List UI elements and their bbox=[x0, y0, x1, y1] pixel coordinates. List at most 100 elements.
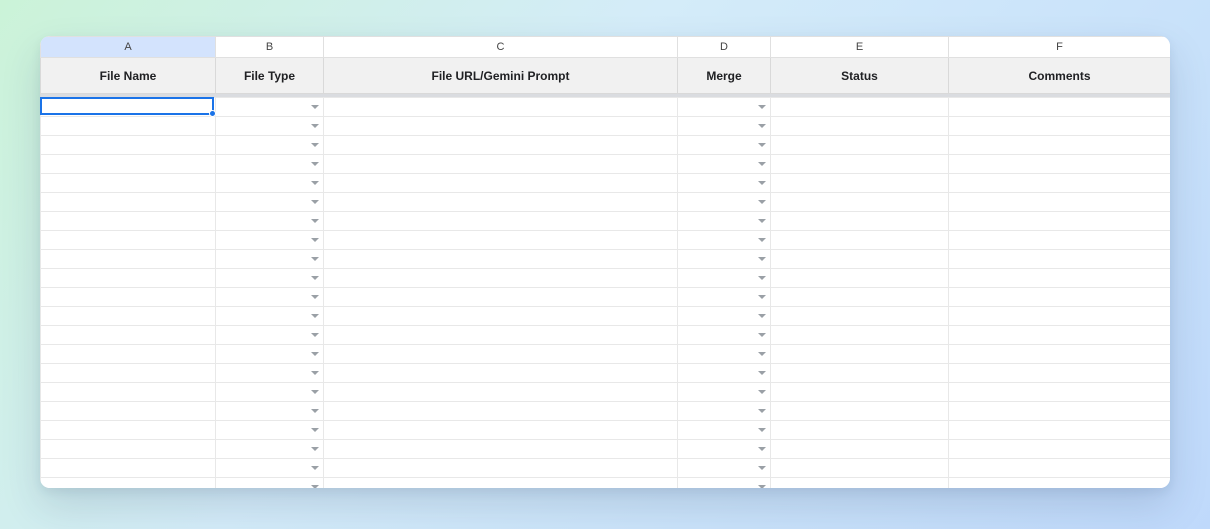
cell[interactable] bbox=[41, 288, 216, 307]
cell[interactable] bbox=[41, 459, 216, 478]
chevron-down-icon[interactable] bbox=[311, 181, 319, 185]
chevron-down-icon[interactable] bbox=[758, 295, 766, 299]
chevron-down-icon[interactable] bbox=[311, 390, 319, 394]
chevron-down-icon[interactable] bbox=[758, 238, 766, 242]
cell[interactable] bbox=[678, 478, 771, 489]
cell[interactable] bbox=[41, 269, 216, 288]
chevron-down-icon[interactable] bbox=[311, 314, 319, 318]
cell[interactable] bbox=[216, 193, 324, 212]
cell[interactable] bbox=[949, 364, 1171, 383]
cell[interactable] bbox=[771, 440, 949, 459]
col-letter-E[interactable]: E bbox=[771, 37, 949, 58]
cell[interactable] bbox=[771, 136, 949, 155]
cell[interactable] bbox=[771, 117, 949, 136]
cell[interactable] bbox=[678, 136, 771, 155]
chevron-down-icon[interactable] bbox=[758, 257, 766, 261]
cell[interactable] bbox=[771, 193, 949, 212]
chevron-down-icon[interactable] bbox=[311, 485, 319, 488]
chevron-down-icon[interactable] bbox=[758, 276, 766, 280]
cell[interactable] bbox=[678, 288, 771, 307]
header-comments[interactable]: Comments bbox=[949, 58, 1171, 94]
col-letter-F[interactable]: F bbox=[949, 37, 1171, 58]
cell[interactable] bbox=[949, 193, 1171, 212]
cell[interactable] bbox=[678, 459, 771, 478]
chevron-down-icon[interactable] bbox=[311, 447, 319, 451]
chevron-down-icon[interactable] bbox=[311, 257, 319, 261]
cell[interactable] bbox=[678, 98, 771, 117]
cell[interactable] bbox=[678, 231, 771, 250]
cell[interactable] bbox=[216, 250, 324, 269]
cell[interactable] bbox=[41, 98, 216, 117]
cell[interactable] bbox=[678, 269, 771, 288]
cell[interactable] bbox=[949, 421, 1171, 440]
chevron-down-icon[interactable] bbox=[311, 219, 319, 223]
cell[interactable] bbox=[216, 440, 324, 459]
chevron-down-icon[interactable] bbox=[758, 105, 766, 109]
cell[interactable] bbox=[771, 155, 949, 174]
chevron-down-icon[interactable] bbox=[758, 352, 766, 356]
cell[interactable] bbox=[216, 345, 324, 364]
cell[interactable] bbox=[771, 269, 949, 288]
cell[interactable] bbox=[678, 326, 771, 345]
cell[interactable] bbox=[216, 136, 324, 155]
cell[interactable] bbox=[949, 478, 1171, 489]
cell[interactable] bbox=[324, 269, 678, 288]
chevron-down-icon[interactable] bbox=[758, 409, 766, 413]
cell[interactable] bbox=[324, 288, 678, 307]
cell[interactable] bbox=[678, 364, 771, 383]
cell[interactable] bbox=[324, 117, 678, 136]
cell[interactable] bbox=[41, 402, 216, 421]
cell[interactable] bbox=[771, 364, 949, 383]
cell[interactable] bbox=[41, 193, 216, 212]
cell[interactable] bbox=[41, 117, 216, 136]
cell[interactable] bbox=[324, 136, 678, 155]
cell[interactable] bbox=[324, 402, 678, 421]
cell[interactable] bbox=[678, 193, 771, 212]
cell[interactable] bbox=[771, 459, 949, 478]
cell[interactable] bbox=[678, 250, 771, 269]
chevron-down-icon[interactable] bbox=[758, 219, 766, 223]
cell[interactable] bbox=[41, 345, 216, 364]
cell[interactable] bbox=[949, 117, 1171, 136]
cell[interactable] bbox=[771, 326, 949, 345]
cell[interactable] bbox=[324, 193, 678, 212]
cell[interactable] bbox=[216, 212, 324, 231]
chevron-down-icon[interactable] bbox=[758, 143, 766, 147]
cell[interactable] bbox=[678, 383, 771, 402]
cell[interactable] bbox=[216, 383, 324, 402]
cell[interactable] bbox=[41, 364, 216, 383]
cell[interactable] bbox=[949, 269, 1171, 288]
cell[interactable] bbox=[324, 98, 678, 117]
cell[interactable] bbox=[324, 440, 678, 459]
cell[interactable] bbox=[771, 478, 949, 489]
chevron-down-icon[interactable] bbox=[758, 200, 766, 204]
cell[interactable] bbox=[324, 231, 678, 250]
chevron-down-icon[interactable] bbox=[311, 143, 319, 147]
cell[interactable] bbox=[949, 383, 1171, 402]
chevron-down-icon[interactable] bbox=[758, 447, 766, 451]
cell[interactable] bbox=[678, 174, 771, 193]
chevron-down-icon[interactable] bbox=[758, 124, 766, 128]
chevron-down-icon[interactable] bbox=[758, 485, 766, 488]
chevron-down-icon[interactable] bbox=[758, 466, 766, 470]
cell[interactable] bbox=[216, 155, 324, 174]
cell[interactable] bbox=[949, 250, 1171, 269]
chevron-down-icon[interactable] bbox=[311, 466, 319, 470]
cell[interactable] bbox=[41, 155, 216, 174]
cell[interactable] bbox=[216, 478, 324, 489]
cell[interactable] bbox=[41, 307, 216, 326]
cell[interactable] bbox=[324, 459, 678, 478]
cell[interactable] bbox=[678, 212, 771, 231]
cell[interactable] bbox=[216, 174, 324, 193]
chevron-down-icon[interactable] bbox=[758, 371, 766, 375]
cell[interactable] bbox=[41, 326, 216, 345]
cell[interactable] bbox=[678, 345, 771, 364]
cell[interactable] bbox=[949, 326, 1171, 345]
cell[interactable] bbox=[324, 478, 678, 489]
cell[interactable] bbox=[324, 307, 678, 326]
chevron-down-icon[interactable] bbox=[311, 409, 319, 413]
chevron-down-icon[interactable] bbox=[311, 238, 319, 242]
cell[interactable] bbox=[216, 459, 324, 478]
cell[interactable] bbox=[41, 440, 216, 459]
cell[interactable] bbox=[216, 307, 324, 326]
